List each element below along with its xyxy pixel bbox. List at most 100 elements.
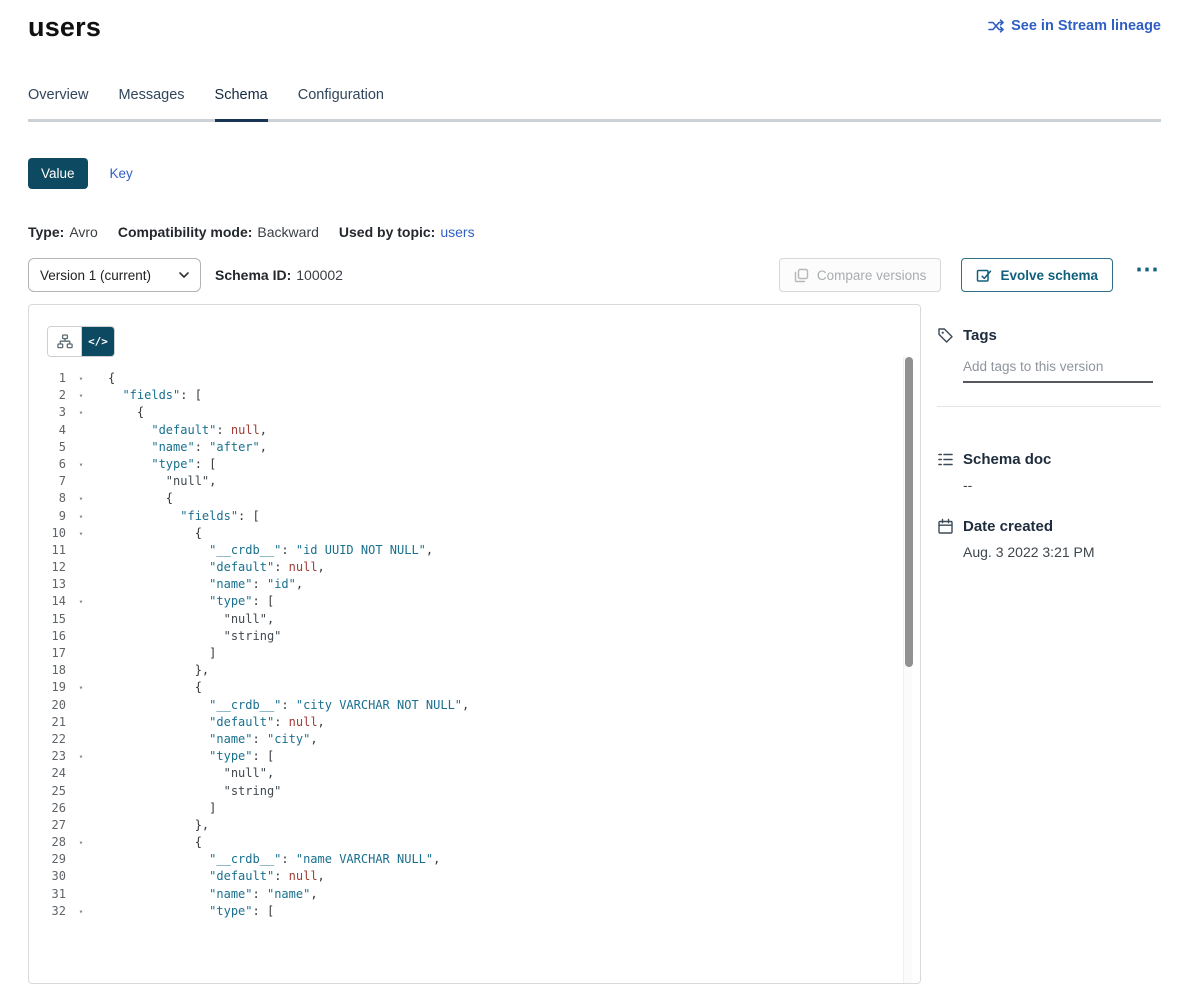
more-actions-button[interactable]: ⋯ [1133, 265, 1161, 285]
schema-editor-panel: </> 1▾{2▾ "fields": [3▾ {4 "default": nu… [28, 304, 921, 984]
tab-bar: Overview Messages Schema Configuration [28, 87, 1161, 122]
line-number: 22 [29, 731, 66, 748]
stream-lineage-icon [988, 18, 1004, 34]
code-line: 13 "name": "id", [29, 576, 920, 593]
code-view-button[interactable]: </> [81, 327, 114, 356]
code-text: { [108, 679, 202, 696]
code-line: 10▾ { [29, 525, 920, 542]
code-text: "__crdb__": "name VARCHAR NULL", [108, 851, 440, 868]
code-line: 4 "default": null, [29, 422, 920, 439]
line-number: 28 [29, 834, 66, 851]
compare-versions-button[interactable]: Compare versions [779, 258, 942, 292]
code-text: { [108, 834, 202, 851]
line-number: 21 [29, 714, 66, 731]
code-text: "default": null, [108, 868, 325, 885]
line-number: 17 [29, 645, 66, 662]
code-line: 5 "name": "after", [29, 439, 920, 456]
schema-page: users See in Stream lineage Overview Mess… [0, 0, 1189, 984]
stream-lineage-link[interactable]: See in Stream lineage [988, 18, 1161, 34]
code-text: ] [108, 645, 216, 662]
tab-messages[interactable]: Messages [118, 87, 184, 119]
fold-spacer [74, 851, 88, 868]
editor-scrollbar[interactable] [903, 357, 912, 983]
stream-lineage-label: See in Stream lineage [1011, 18, 1161, 34]
code-text: "type": [ [108, 903, 274, 920]
code-line: 20 "__crdb__": "city VARCHAR NOT NULL", [29, 697, 920, 714]
fold-toggle-icon[interactable]: ▾ [74, 387, 88, 404]
code-line: 21 "default": null, [29, 714, 920, 731]
line-number: 9 [29, 508, 66, 525]
code-view-icon: </> [88, 335, 108, 348]
fold-spacer [74, 662, 88, 679]
fold-spacer [74, 542, 88, 559]
code-text: }, [108, 817, 209, 834]
fold-toggle-icon[interactable]: ▾ [74, 370, 88, 387]
code-text: { [108, 490, 173, 507]
code-line: 16 "string" [29, 628, 920, 645]
line-number: 27 [29, 817, 66, 834]
code-text: "null", [108, 765, 274, 782]
add-tags-input[interactable] [963, 355, 1153, 383]
schema-meta-row: Type:Avro Compatibility mode:Backward Us… [28, 224, 1161, 240]
fold-toggle-icon[interactable]: ▾ [74, 404, 88, 421]
code-text: { [108, 404, 144, 421]
tab-configuration[interactable]: Configuration [298, 87, 384, 119]
line-number: 16 [29, 628, 66, 645]
schema-doc-block: Schema doc -- [937, 451, 1161, 493]
line-number: 24 [29, 765, 66, 782]
schema-id-value: 100002 [296, 267, 343, 283]
fold-toggle-icon[interactable]: ▾ [74, 456, 88, 473]
code-text: "type": [ [108, 456, 216, 473]
code-line: 12 "default": null, [29, 559, 920, 576]
version-select[interactable]: Version 1 (current) [28, 258, 201, 292]
fold-spacer [74, 714, 88, 731]
line-number: 14 [29, 593, 66, 610]
page-header: users See in Stream lineage [28, 12, 1161, 43]
fold-spacer [74, 645, 88, 662]
code-line: 18 }, [29, 662, 920, 679]
code-line: 25 "string" [29, 783, 920, 800]
line-number: 8 [29, 490, 66, 507]
tree-view-button[interactable] [48, 327, 81, 356]
code-text: ] [108, 800, 216, 817]
tab-overview[interactable]: Overview [28, 87, 88, 119]
tab-schema[interactable]: Schema [215, 87, 268, 119]
code-line: 15 "null", [29, 611, 920, 628]
fold-toggle-icon[interactable]: ▾ [74, 748, 88, 765]
code-text: "null", [108, 473, 216, 490]
fold-toggle-icon[interactable]: ▾ [74, 903, 88, 920]
schema-id: Schema ID:100002 [215, 267, 343, 283]
fold-toggle-icon[interactable]: ▾ [74, 525, 88, 542]
meta-type-label: Type: [28, 224, 64, 240]
key-toggle-button[interactable]: Key [110, 166, 133, 181]
evolve-schema-button[interactable]: Evolve schema [961, 258, 1113, 292]
code-line: 32▾ "type": [ [29, 903, 920, 920]
fold-toggle-icon[interactable]: ▾ [74, 490, 88, 507]
code-line: 9 ▾ "fields": [ [29, 508, 920, 525]
fold-toggle-icon[interactable]: ▾ [74, 508, 88, 525]
line-number: 7 [29, 473, 66, 490]
editor-scrollbar-thumb[interactable] [905, 357, 913, 667]
code-line: 3▾ { [29, 404, 920, 421]
code-line: 29 "__crdb__": "name VARCHAR NULL", [29, 851, 920, 868]
fold-spacer [74, 817, 88, 834]
fold-spacer [74, 473, 88, 490]
code-line: 7 "null", [29, 473, 920, 490]
topic-link[interactable]: users [440, 224, 474, 240]
fold-spacer [74, 576, 88, 593]
code-line: 6▾ "type": [ [29, 456, 920, 473]
meta-type-value: Avro [69, 224, 98, 240]
fold-toggle-icon[interactable]: ▾ [74, 679, 88, 696]
code-line: 1▾{ [29, 370, 920, 387]
tags-title: Tags [963, 327, 997, 344]
fold-toggle-icon[interactable]: ▾ [74, 593, 88, 610]
line-number: 25 [29, 783, 66, 800]
value-toggle-button[interactable]: Value [28, 158, 88, 189]
fold-spacer [74, 886, 88, 903]
code-line: 17 ] [29, 645, 920, 662]
code-text: "name": "name", [108, 886, 318, 903]
fold-toggle-icon[interactable]: ▾ [74, 834, 88, 851]
code-text: "default": null, [108, 559, 325, 576]
code-text: "fields": [ [108, 508, 260, 525]
date-created-value: Aug. 3 2022 3:21 PM [963, 544, 1161, 560]
